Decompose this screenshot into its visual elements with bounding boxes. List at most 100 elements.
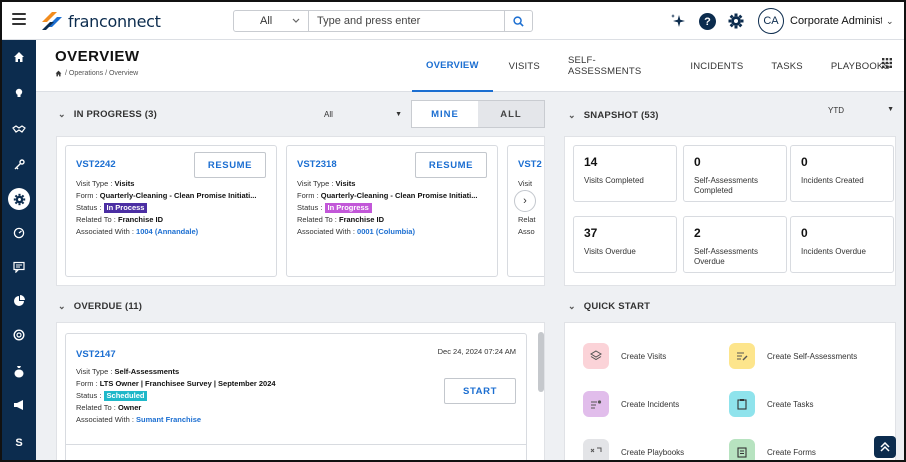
form-value: LTS Owner | Franchisee Survey | Septembe… <box>99 379 276 388</box>
avatar: CA <box>758 8 784 34</box>
s-icon: S <box>15 437 23 449</box>
form-value: Quarterly-Cleaning - Clean Promise Initi… <box>99 191 257 200</box>
resume-button[interactable]: RESUME <box>415 152 487 178</box>
franconnect-logo-icon <box>42 12 62 30</box>
stat-label: Visits Completed <box>584 176 644 185</box>
visit-card[interactable]: VST2242 RESUME Visit Type : Visits Form … <box>65 145 277 277</box>
sidebar-item-dashboard[interactable] <box>2 220 36 246</box>
search-scope-select[interactable]: All <box>234 11 309 31</box>
overdue-scrollbar[interactable] <box>538 332 544 392</box>
tab-visits[interactable]: VISITS <box>493 40 554 92</box>
create-incidents-button[interactable]: Create Incidents <box>583 391 679 417</box>
toggle-all[interactable]: ALL <box>478 101 544 127</box>
visit-id-link[interactable]: VST2 <box>518 159 542 170</box>
home-icon <box>14 52 24 62</box>
user-menu[interactable]: CA Corporate Administr... ⌄ <box>758 7 898 35</box>
overdue-header[interactable]: ⌄ OVERDUE (11) <box>58 296 142 316</box>
visit-id-link[interactable]: VST2318 <box>297 159 337 170</box>
card-divider <box>66 444 526 445</box>
settings-gear-icon[interactable] <box>728 13 744 29</box>
visit-card[interactable]: VST2318 RESUME Visit Type : Visits Form … <box>286 145 498 277</box>
tab-self-assessments[interactable]: SELF-ASSESSMENTS <box>554 40 676 92</box>
visit-details: Visit Type : Self-Assessments Form : LTS… <box>76 366 276 426</box>
tab-incidents[interactable]: INCIDENTS <box>676 40 757 92</box>
sidebar-item-messages[interactable] <box>2 254 36 280</box>
associated-link[interactable]: 1004 (Annandale) <box>136 227 198 236</box>
home-icon[interactable] <box>55 70 62 77</box>
period-value: YTD <box>828 106 844 115</box>
related-label: Related To : <box>76 215 116 224</box>
related-label: Related To : <box>297 215 337 224</box>
quick-start-label: Create Self-Assessments <box>767 351 858 361</box>
sidebar-item-operations[interactable] <box>2 186 36 212</box>
visit-details: Visit Type : Visits Form : Quarterly-Cle… <box>76 178 256 238</box>
app-window: franconnect All ? CA Corporate Administr… <box>0 0 906 462</box>
hamburger-menu-icon[interactable] <box>12 13 26 27</box>
sidebar-item-support[interactable] <box>2 322 36 348</box>
in-progress-header[interactable]: ⌄ IN PROGRESS (3) <box>58 104 157 124</box>
playbook-icon <box>583 439 609 460</box>
scroll-to-top-button[interactable] <box>874 436 896 458</box>
stat-label: Self-Assessments Overdue <box>694 247 759 266</box>
sidebar-item-access[interactable] <box>2 152 36 178</box>
stat-visits-completed[interactable]: 14 Visits Completed <box>573 145 677 202</box>
snapshot-period-select[interactable]: YTD ▼ <box>828 106 894 115</box>
associated-link[interactable]: Sumant Franchise <box>136 415 201 424</box>
search-button[interactable] <box>504 11 532 31</box>
sidebar-item-ideas[interactable] <box>2 80 36 106</box>
stat-incidents-overdue[interactable]: 0 Incidents Overdue <box>790 216 894 273</box>
sidebar-item-partners[interactable] <box>2 116 36 142</box>
visit-type-value: Visits <box>114 179 135 188</box>
create-self-assessments-button[interactable]: Create Self-Assessments <box>729 343 857 369</box>
snapshot-title: SNAPSHOT (53) <box>583 109 659 121</box>
sidebar-item-home[interactable] <box>2 44 36 70</box>
chevron-down-icon: ⌄ <box>886 15 894 26</box>
visit-id-link[interactable]: VST2147 <box>76 349 116 360</box>
gauge-icon <box>13 227 25 239</box>
start-button[interactable]: START <box>444 378 516 404</box>
create-forms-button[interactable]: Create Forms <box>729 439 816 460</box>
sidebar-item-finance[interactable] <box>2 358 36 384</box>
form-label: Form : <box>76 191 98 200</box>
toggle-mine[interactable]: MINE <box>412 101 478 127</box>
status-label: Status : <box>297 203 323 212</box>
in-progress-filter-select[interactable]: All ▼ <box>324 106 402 122</box>
stat-value: 14 <box>584 155 598 169</box>
quick-start-header[interactable]: ⌄ QUICK START <box>568 296 650 316</box>
visit-type-label: Visit Type : <box>297 179 334 188</box>
breadcrumb-path[interactable]: / Operations / Overview <box>65 70 138 77</box>
visit-type-label: Visit <box>518 179 533 188</box>
visit-date: Dec 24, 2024 07:24 AM <box>437 347 516 356</box>
search-input[interactable] <box>309 11 504 31</box>
associated-link[interactable]: 0001 (Columbia) <box>357 227 415 236</box>
sidebar-item-marketing[interactable] <box>2 392 36 418</box>
tab-overview[interactable]: OVERVIEW <box>412 40 493 92</box>
sidebar-item-s[interactable]: S <box>2 430 36 456</box>
logo[interactable]: franconnect <box>40 10 161 32</box>
clipboard-icon <box>729 391 755 417</box>
search-icon <box>513 15 524 27</box>
create-visits-button[interactable]: Create Visits <box>583 343 666 369</box>
help-icon[interactable]: ? <box>699 13 716 30</box>
next-card-button[interactable]: › <box>514 190 536 212</box>
create-tasks-button[interactable]: Create Tasks <box>729 391 814 417</box>
tab-tasks[interactable]: TASKS <box>757 40 816 92</box>
quick-start-panel: Create Visits Create Self-Assessments Cr… <box>564 322 896 460</box>
stat-self-assessments-overdue[interactable]: 2 Self-Assessments Overdue <box>683 216 787 273</box>
visit-type-label: Visit Type : <box>76 179 113 188</box>
stat-self-assessments-completed[interactable]: 0 Self-Assessments Completed <box>683 145 787 202</box>
snapshot-header[interactable]: ⌄ SNAPSHOT (53) <box>568 105 659 125</box>
visit-type-value: Visits <box>335 179 356 188</box>
resume-button[interactable]: RESUME <box>194 152 266 178</box>
status-badge: In Progress <box>324 203 372 213</box>
visit-card[interactable]: VST2147 Dec 24, 2024 07:24 AM START Visi… <box>65 333 527 460</box>
sparkle-icon[interactable] <box>670 13 686 29</box>
stat-incidents-created[interactable]: 0 Incidents Created <box>790 145 894 202</box>
sidebar-item-reports[interactable] <box>2 288 36 314</box>
create-playbooks-button[interactable]: Create Playbooks <box>583 439 684 460</box>
apps-grid-icon[interactable] <box>882 58 892 68</box>
visit-id-link[interactable]: VST2242 <box>76 159 116 170</box>
stat-visits-overdue[interactable]: 37 Visits Overdue <box>573 216 677 273</box>
breadcrumb: / Operations / Overview <box>55 70 138 77</box>
layers-icon <box>583 343 609 369</box>
